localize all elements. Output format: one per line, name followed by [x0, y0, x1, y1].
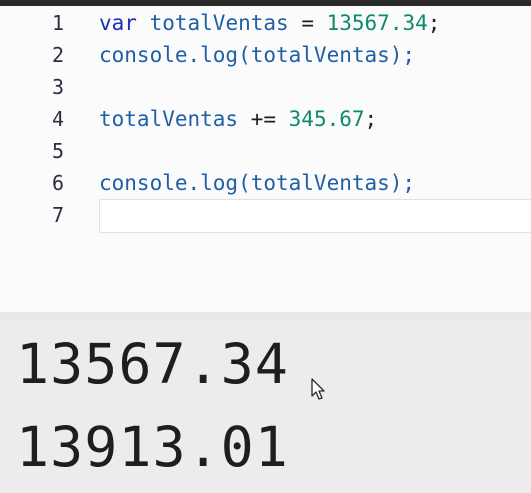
keyword-token: var — [99, 11, 137, 35]
identifier-token: console.log(totalVentas); — [99, 171, 416, 195]
code-text[interactable]: console.log(totalVentas); — [99, 167, 415, 199]
identifier-token: totalVentas — [149, 11, 289, 35]
code-line-5[interactable]: 5 — [0, 135, 531, 167]
number-token: 13567.34 — [326, 11, 428, 35]
code-line-3[interactable]: 3 — [0, 71, 531, 103]
code-line-1[interactable]: 1 var totalVentas = 13567.34; — [0, 7, 531, 39]
code-text[interactable]: console.log(totalVentas); — [99, 39, 415, 71]
operator-token: += — [238, 107, 289, 131]
line-number: 7 — [51, 203, 64, 227]
operator-token: = — [288, 11, 327, 35]
code-line-2[interactable]: 2 console.log(totalVentas); — [0, 39, 531, 71]
mouse-pointer-icon — [311, 378, 327, 406]
code-text[interactable]: var totalVentas = 13567.34; — [99, 7, 440, 39]
punctuation-token: ; — [364, 107, 378, 131]
output-line-2: 13913.01 — [16, 415, 289, 479]
code-text[interactable]: totalVentas += 345.67; — [99, 103, 377, 135]
line-number: 4 — [51, 107, 64, 131]
console-output: 13567.34 13913.01 — [0, 320, 531, 493]
line-number: 5 — [51, 139, 64, 163]
identifier-token: totalVentas — [99, 107, 239, 131]
identifier-token: console.log(totalVentas); — [99, 43, 416, 67]
code-editor[interactable]: 1 var totalVentas = 13567.34; 2 console.… — [0, 6, 531, 312]
code-line-4[interactable]: 4 totalVentas += 345.67; — [0, 103, 531, 135]
line-number: 3 — [51, 75, 64, 99]
line-number: 6 — [51, 171, 64, 195]
number-token: 345.67 — [288, 107, 365, 131]
output-line-1: 13567.34 — [16, 332, 289, 396]
punctuation-token: ; — [427, 11, 441, 35]
code-line-6[interactable]: 6 console.log(totalVentas); — [0, 167, 531, 199]
code-line-7[interactable]: 7 — [0, 199, 531, 231]
line-number: 2 — [51, 43, 64, 67]
line-number: 1 — [51, 11, 64, 35]
